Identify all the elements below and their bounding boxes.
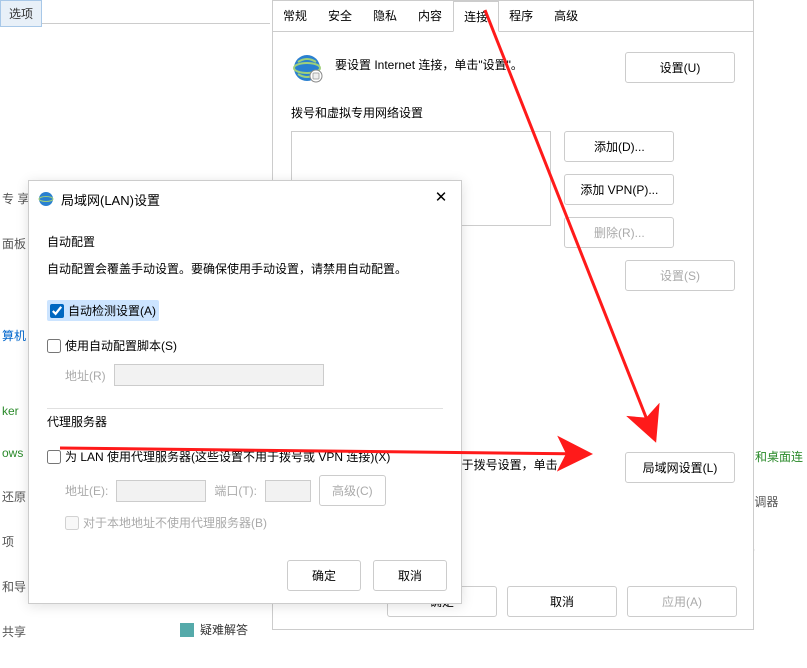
use-script-label: 使用自动配置脚本(S) [65, 337, 177, 354]
bg-side-item: 算机 [2, 327, 29, 344]
bg-side-item: 项 [2, 533, 29, 550]
bg-side-item: 共享 [2, 623, 29, 640]
proxy-addr-input [116, 480, 206, 502]
bg-side-item: ker [2, 404, 29, 418]
lan-titlebar: 局域网(LAN)设置 ✕ [29, 181, 461, 217]
proxy-use-checkbox[interactable] [47, 450, 61, 464]
bg-side-item: 和导 [2, 578, 29, 595]
lan-cancel-button[interactable]: 取消 [373, 560, 447, 591]
bypass-row: 对于本地地址不使用代理服务器(B) [65, 514, 443, 531]
dial-section-title: 拨号和虚拟专用网络设置 [291, 104, 735, 121]
add-vpn-button[interactable]: 添加 VPN(P)... [564, 174, 674, 205]
auto-hint: 自动配置会覆盖手动设置。要确保使用手动设置，请禁用自动配置。 [47, 260, 443, 278]
tab-programs[interactable]: 程序 [499, 1, 544, 31]
proxy-port-input [265, 480, 311, 502]
auto-detect-checkbox[interactable] [50, 304, 64, 318]
intro-text: 要设置 Internet 连接，单击"设置"。 [335, 52, 613, 73]
tab-connections[interactable]: 连接 [453, 1, 499, 32]
lan-title-text: 局域网(LAN)设置 [61, 190, 429, 209]
tabs: 常规 安全 隐私 内容 连接 程序 高级 [273, 1, 753, 32]
tab-privacy[interactable]: 隐私 [363, 1, 408, 31]
tab-advanced[interactable]: 高级 [544, 1, 589, 31]
proxy-use-row[interactable]: 为 LAN 使用代理服务器(这些设置不用于拨号或 VPN 连接)(X) [47, 448, 443, 465]
globe-icon [291, 52, 323, 84]
auto-detect-row[interactable]: 自动检测设置(A) [47, 300, 159, 321]
troubleshoot-icon [180, 623, 194, 637]
proxy-use-label: 为 LAN 使用代理服务器(这些设置不用于拨号或 VPN 连接)(X) [65, 448, 390, 465]
auto-group-label: 自动配置 [47, 229, 443, 254]
bg-bottom-link[interactable]: 疑难解答 [180, 621, 248, 638]
script-addr-label: 地址(R) [65, 367, 106, 384]
tab-content[interactable]: 内容 [408, 1, 453, 31]
bg-side-item: 面板 [2, 235, 29, 252]
outer-apply-button: 应用(A) [627, 586, 737, 617]
dial-settings-button: 设置(S) [625, 260, 735, 291]
bg-side-item: 专 享 [2, 190, 29, 207]
remove-button: 删除(R)... [564, 217, 674, 248]
bg-bottom-text: 疑难解答 [200, 621, 248, 638]
setup-button[interactable]: 设置(U) [625, 52, 735, 83]
bypass-label: 对于本地地址不使用代理服务器(B) [83, 514, 267, 531]
globe-small-icon [37, 190, 55, 208]
bg-side-item: 还原 [2, 488, 29, 505]
tab-security[interactable]: 安全 [318, 1, 363, 31]
lan-settings-button[interactable]: 局域网设置(L) [625, 452, 735, 483]
tab-general[interactable]: 常规 [273, 1, 318, 31]
script-addr-input [114, 364, 324, 386]
bypass-checkbox [65, 516, 79, 530]
proxy-port-label: 端口(T): [214, 482, 257, 499]
add-button[interactable]: 添加(D)... [564, 131, 674, 162]
lan-settings-dialog: 局域网(LAN)设置 ✕ 自动配置 自动配置会覆盖手动设置。要确保使用手动设置，… [28, 180, 462, 604]
bg-tab: 选项 [0, 0, 42, 27]
close-icon[interactable]: ✕ [429, 187, 453, 211]
proxy-advanced-button: 高级(C) [319, 475, 386, 506]
lan-ok-button[interactable]: 确定 [287, 560, 361, 591]
bg-side-item: ows [2, 446, 29, 460]
use-script-checkbox[interactable] [47, 339, 61, 353]
background-tab-strip: 选项 [0, 0, 270, 24]
proxy-group-label: 代理服务器 [47, 408, 443, 434]
auto-detect-label: 自动检测设置(A) [68, 302, 156, 319]
background-sidebar-left: 专 享 面板 算机 ker ows 还原 项 和导 共享 [0, 190, 31, 668]
proxy-addr-label: 地址(E): [65, 482, 108, 499]
use-script-row[interactable]: 使用自动配置脚本(S) [47, 337, 443, 354]
outer-cancel-button[interactable]: 取消 [507, 586, 617, 617]
